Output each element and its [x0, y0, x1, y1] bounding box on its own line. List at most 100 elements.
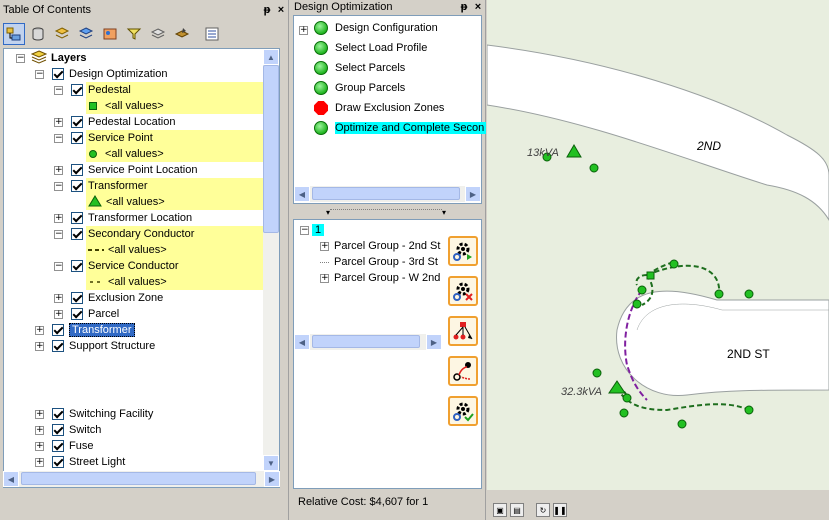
tree-row-service-point[interactable]: − Service Point: [54, 130, 153, 146]
group-item[interactable]: Parcel Group - 3rd St: [320, 254, 438, 270]
layer-checkbox[interactable]: [52, 424, 64, 436]
tree-row-street-light[interactable]: + Street Light: [35, 454, 125, 470]
layer-checkbox[interactable]: [52, 456, 64, 468]
scrollbar-thumb[interactable]: [312, 187, 460, 200]
options-list-icon[interactable]: [201, 23, 223, 45]
tree-row-switching-facility[interactable]: + Switching Facility: [35, 406, 153, 422]
tree-row-switch[interactable]: + Switch: [35, 422, 101, 438]
expand-icon[interactable]: +: [54, 165, 63, 175]
layer-checkbox[interactable]: [52, 324, 64, 336]
layer-style-icon[interactable]: [99, 23, 121, 45]
close-icon[interactable]: ×: [274, 4, 288, 16]
layer-checkbox[interactable]: [52, 68, 64, 80]
layer-checkbox[interactable]: [52, 440, 64, 452]
scrollbar-thumb[interactable]: [21, 472, 256, 485]
scroll-left-icon[interactable]: ◀: [294, 186, 310, 202]
list-by-selection-icon[interactable]: [75, 23, 97, 45]
layer-checkbox[interactable]: [71, 292, 83, 304]
group-item[interactable]: + Parcel Group - W 2nd: [320, 270, 440, 286]
expand-icon[interactable]: +: [320, 241, 329, 251]
tree-row-support-structure[interactable]: + Support Structure: [35, 338, 155, 354]
collapse-icon[interactable]: −: [54, 261, 63, 271]
scrollbar-thumb[interactable]: [263, 65, 279, 233]
step-design-configuration[interactable]: Design Configuration: [314, 18, 438, 38]
complete-design-button[interactable]: [448, 396, 478, 426]
expand-icon[interactable]: +: [54, 213, 63, 223]
tree-row-design-optimization[interactable]: − Design Optimization: [35, 66, 167, 82]
layer-checkbox[interactable]: [71, 260, 83, 272]
group-item[interactable]: + Parcel Group - 2nd St: [320, 238, 440, 254]
layer-checkbox[interactable]: [71, 164, 83, 176]
collapse-icon[interactable]: −: [54, 133, 63, 143]
tree-row-transformer-layer[interactable]: + Transformer: [35, 322, 135, 338]
tree-row-layers[interactable]: − Layers: [16, 49, 86, 66]
pin-icon[interactable]: ᵽ: [260, 4, 274, 16]
tree-row-pedestal-location[interactable]: + Pedestal Location: [54, 114, 175, 130]
tree-row-service-point-location[interactable]: + Service Point Location: [54, 162, 197, 178]
group-root[interactable]: − 1: [300, 222, 325, 238]
pause-icon[interactable]: ❚❚: [553, 503, 567, 517]
step-select-load-profile[interactable]: Select Load Profile: [314, 38, 427, 58]
collapse-icon[interactable]: −: [16, 53, 25, 63]
expand-icon[interactable]: +: [35, 325, 44, 335]
collapse-icon[interactable]: −: [35, 69, 44, 79]
step-group-parcels[interactable]: Group Parcels: [314, 78, 405, 98]
tree-row-pedestal[interactable]: − Pedestal: [54, 82, 131, 98]
groups-horizontal-scrollbar[interactable]: ◀ ▶: [294, 334, 442, 350]
tree-row-fuse[interactable]: + Fuse: [35, 438, 93, 454]
step-optimize-and-complete[interactable]: Optimize and Complete Secon: [314, 118, 487, 138]
tree-row-secondary-conductor[interactable]: − Secondary Conductor: [54, 226, 194, 242]
expand-icon[interactable]: +: [54, 309, 63, 319]
step-select-parcels[interactable]: Select Parcels: [314, 58, 405, 78]
scroll-left-icon[interactable]: ◀: [3, 471, 19, 487]
scroll-left-icon[interactable]: ◀: [294, 334, 310, 350]
layer-checkbox[interactable]: [71, 180, 83, 192]
filter-icon[interactable]: [123, 23, 145, 45]
pin-icon[interactable]: ᵽ: [457, 1, 471, 13]
tree-row-transformer-location[interactable]: + Transformer Location: [54, 210, 192, 226]
scroll-right-icon[interactable]: ▶: [465, 186, 481, 202]
scroll-right-icon[interactable]: ▶: [426, 334, 442, 350]
edit-layers-icon[interactable]: [171, 23, 193, 45]
network-layout-button[interactable]: [448, 316, 478, 346]
layers-stack-icon[interactable]: [147, 23, 169, 45]
tree-row-transformer[interactable]: − Transformer: [54, 178, 148, 194]
run-optimization-button[interactable]: [448, 236, 478, 266]
connect-points-button[interactable]: [448, 356, 478, 386]
layer-checkbox[interactable]: [71, 308, 83, 320]
expand-icon[interactable]: +: [320, 273, 329, 283]
layer-checkbox[interactable]: [71, 116, 83, 128]
toc-vertical-scrollbar-lower[interactable]: ▼: [263, 393, 279, 471]
collapse-icon[interactable]: −: [54, 85, 63, 95]
layout-view-icon[interactable]: ▤: [510, 503, 524, 517]
scrollbar-thumb[interactable]: [312, 335, 420, 348]
collapse-icon[interactable]: −: [300, 225, 309, 235]
expand-icon[interactable]: +: [35, 441, 44, 451]
layer-checkbox[interactable]: [52, 408, 64, 420]
tree-row-service-conductor[interactable]: − Service Conductor: [54, 258, 179, 274]
step-draw-exclusion-zones[interactable]: Draw Exclusion Zones: [314, 98, 444, 118]
expand-icon[interactable]: +: [54, 293, 63, 303]
toc-horizontal-scrollbar[interactable]: ◀ ▶: [3, 471, 280, 487]
layer-checkbox[interactable]: [71, 132, 83, 144]
tree-row-exclusion-zone[interactable]: + Exclusion Zone: [54, 290, 163, 306]
refresh-icon[interactable]: ↻: [536, 503, 550, 517]
collapse-icon[interactable]: −: [54, 181, 63, 191]
collapse-icon[interactable]: −: [54, 229, 63, 239]
layer-checkbox[interactable]: [71, 212, 83, 224]
scroll-right-icon[interactable]: ▶: [264, 471, 280, 487]
layer-checkbox[interactable]: [71, 228, 83, 240]
map-view[interactable]: 2ND 2ND ST 13kVA 32.3kVA: [487, 0, 829, 490]
expand-icon[interactable]: +: [35, 457, 44, 467]
data-view-icon[interactable]: ▣: [493, 503, 507, 517]
steps-horizontal-scrollbar[interactable]: ◀ ▶: [294, 186, 481, 202]
list-by-visibility-icon[interactable]: [51, 23, 73, 45]
panel-splitter[interactable]: ▾ ▾: [326, 208, 446, 217]
layer-checkbox[interactable]: [71, 84, 83, 96]
close-icon[interactable]: ×: [471, 1, 485, 13]
scroll-down-icon[interactable]: ▼: [263, 455, 279, 471]
tree-row-parcel[interactable]: + Parcel: [54, 306, 119, 322]
list-by-drawing-order-icon[interactable]: [3, 23, 25, 45]
expand-icon[interactable]: +: [35, 341, 44, 351]
expand-icon[interactable]: +: [35, 425, 44, 435]
